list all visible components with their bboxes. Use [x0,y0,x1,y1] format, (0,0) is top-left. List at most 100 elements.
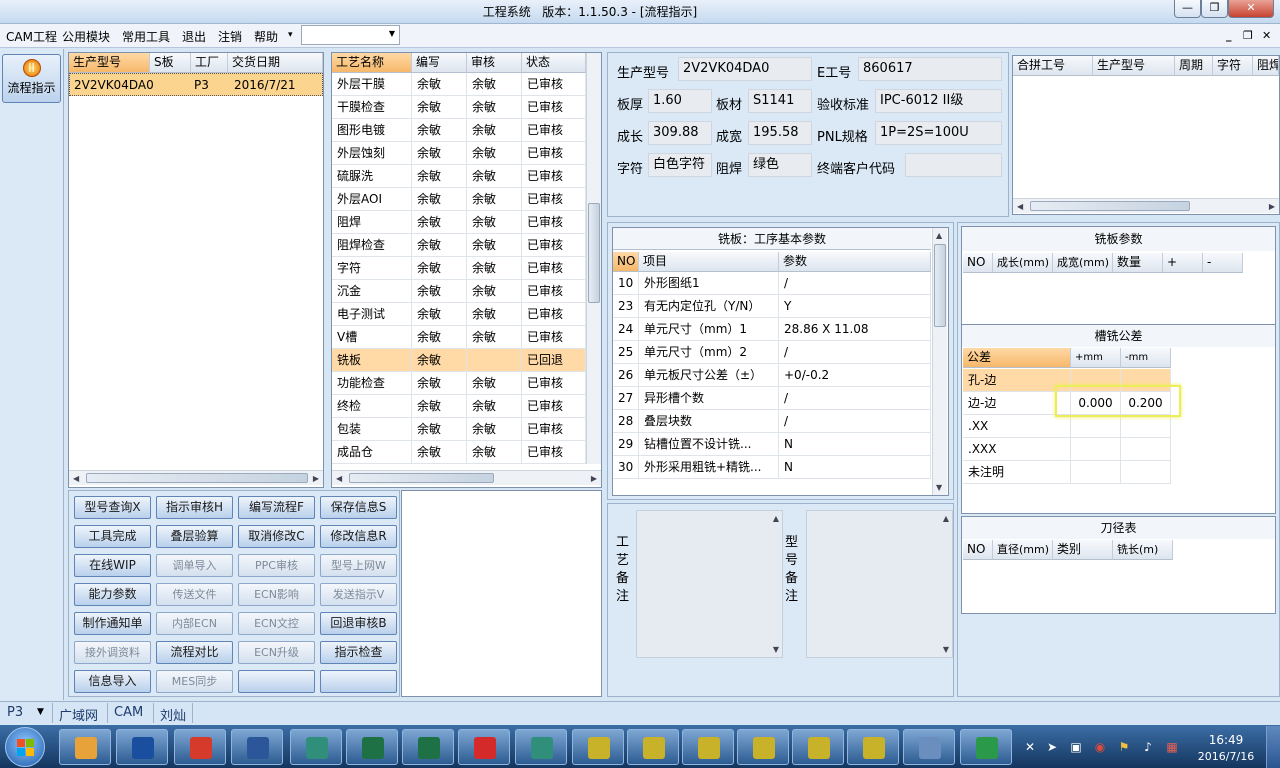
action-button[interactable]: ECN影响 [238,583,315,606]
tools-header-length[interactable]: 铣长(m) [1113,540,1173,560]
table-row[interactable]: 字符 余敏 余敏 已审核 [332,257,586,280]
action-button[interactable]: 流程对比 [156,641,233,664]
factory-select[interactable]: P3 [7,705,23,720]
table-row[interactable]: 成品仓 余敏 余敏 已审核 [332,441,586,464]
process-header-name[interactable]: 工艺名称 [332,53,412,73]
mill-header-plus[interactable]: + [1163,253,1203,273]
process-hscrollbar[interactable]: ◀ ▶ [332,470,601,485]
taskbar-button[interactable] [627,729,679,765]
taskbar-button[interactable] [903,729,955,765]
mill-header-width[interactable]: 成宽(mm) [1053,253,1113,273]
action-button[interactable]: 工具完成 [74,525,151,548]
mill-header-qty[interactable]: 数量 [1113,253,1163,273]
merge-header-mask[interactable]: 阻焊 [1253,56,1279,76]
action-button[interactable]: 叠层验算 [156,525,233,548]
table-row[interactable]: 未注明 [963,461,1171,484]
mill-header-length[interactable]: 成长(mm) [993,253,1053,273]
tray-device-icon[interactable]: ▣ [1068,740,1084,754]
taskbar-button[interactable] [59,729,111,765]
mdi-minimize-button[interactable]: _ [1226,29,1232,42]
mat-value[interactable]: S1141 [748,89,812,113]
taskbar-button[interactable] [458,729,510,765]
action-button[interactable]: 取消修改C [238,525,315,548]
taskbar-button[interactable] [737,729,789,765]
table-row[interactable]: 终检 余敏 余敏 已审核 [332,395,586,418]
action-button[interactable]: 型号查询X [74,496,151,519]
table-row[interactable]: 干膜检查 余敏 余敏 已审核 [332,96,586,119]
action-button[interactable]: ECN文控 [238,612,315,635]
table-row[interactable]: 电子测试 余敏 余敏 已审核 [332,303,586,326]
action-button[interactable]: 信息导入 [74,670,151,693]
params-header-no[interactable]: NO [613,252,639,272]
menu-logout[interactable]: 注销 [218,28,242,45]
slot-header-minus[interactable]: -mm [1121,348,1171,368]
orders-header-s[interactable]: S板 [150,53,191,73]
scroll-thumb[interactable] [934,244,946,327]
std-value[interactable]: IPC-6012 II级 [875,89,1002,113]
action-button[interactable]: 指示检查 [320,641,397,664]
table-row[interactable]: .XX [963,415,1171,438]
merge-header-cycle[interactable]: 周期 [1175,56,1213,76]
orders-header-factory[interactable]: 工厂 [191,53,228,73]
process-remark-box[interactable]: ▲ ▼ [636,510,783,658]
table-row[interactable]: 24 单元尺寸（mm）1 28.86 X 11.08 [613,318,931,341]
chevron-down-icon[interactable]: ▼ [37,707,44,717]
taskbar-button[interactable] [960,729,1012,765]
taskbar-button[interactable] [792,729,844,765]
table-row[interactable]: 外层干膜 余敏 余敏 已审核 [332,73,586,96]
taskbar-button[interactable] [682,729,734,765]
cust-value[interactable] [905,153,1002,177]
table-row[interactable]: 外层AOI 余敏 余敏 已审核 [332,188,586,211]
table-row[interactable]: 2V2VK04DA0 P3 2016/7/21 [69,73,323,96]
thick-value[interactable]: 1.60 [648,89,712,113]
process-header-reviewer[interactable]: 审核 [467,53,522,73]
taskbar-button[interactable] [847,729,899,765]
action-button[interactable]: PPC审核 [238,554,315,577]
tools-header-no[interactable]: NO [963,540,993,560]
table-row[interactable]: 28 叠层块数 / [613,410,931,433]
slot-cell-minus[interactable] [1121,415,1171,438]
pnl-value[interactable]: 1P=2S=100U [875,121,1002,145]
mill-header-minus[interactable]: - [1203,253,1243,273]
tray-shield-icon[interactable]: ◉ [1092,740,1108,754]
slot-cell-plus[interactable] [1071,438,1121,461]
menu-cam[interactable]: CAM工程 [6,28,57,45]
tools-header-type[interactable]: 类别 [1053,540,1113,560]
taskbar-button[interactable] [346,729,398,765]
process-vscrollbar[interactable] [586,53,601,464]
ejob-value[interactable]: 860617 [858,57,1002,81]
orders-hscrollbar[interactable]: ◀ ▶ [69,470,323,485]
orders-header-model[interactable]: 生产型号 [69,53,150,73]
merge-header-job[interactable]: 合拼工号 [1013,56,1093,76]
clock-date[interactable]: 2016/7/16 [1190,750,1262,763]
mdi-restore-button[interactable]: ❐ [1243,29,1253,42]
menu-tools[interactable]: 常用工具 [122,28,170,45]
taskbar-button[interactable] [231,729,283,765]
close-button[interactable]: ✕ [1228,0,1274,18]
table-row[interactable]: 硫脲洗 余敏 余敏 已审核 [332,165,586,188]
menu-exit[interactable]: 退出 [182,28,206,45]
table-row[interactable]: 27 异形槽个数 / [613,387,931,410]
slot-cell-minus[interactable] [1121,438,1171,461]
taskbar-button[interactable] [515,729,567,765]
table-row[interactable]: 图形电镀 余敏 余敏 已审核 [332,119,586,142]
orders-header-date[interactable]: 交货日期 [228,53,323,73]
table-row[interactable]: 沉金 余敏 余敏 已审核 [332,280,586,303]
maximize-button[interactable]: ❐ [1201,0,1228,18]
action-button[interactable]: 接外调资料 [74,641,151,664]
taskbar-button[interactable] [402,729,454,765]
table-row[interactable]: 10 外形图纸1/ [613,272,931,295]
tray-volume-icon[interactable]: ♪ [1140,740,1156,754]
slot-cell-plus[interactable] [1071,461,1121,484]
menu-combo[interactable]: ▼ [301,25,400,45]
clock-time[interactable]: 16:49 [1196,733,1256,747]
show-desktop-button[interactable] [1266,726,1280,768]
params-header-value[interactable]: 参数 [779,252,931,272]
slot-header-tol[interactable]: 公差 [963,348,1071,368]
tools-header-diameter[interactable]: 直径(mm) [993,540,1053,560]
taskbar-button[interactable] [290,729,342,765]
process-header-author[interactable]: 编写 [412,53,467,73]
merge-hscrollbar[interactable]: ◀ ▶ [1013,198,1279,213]
mill-header-no[interactable]: NO [963,253,993,273]
empty-button[interactable] [320,670,397,693]
